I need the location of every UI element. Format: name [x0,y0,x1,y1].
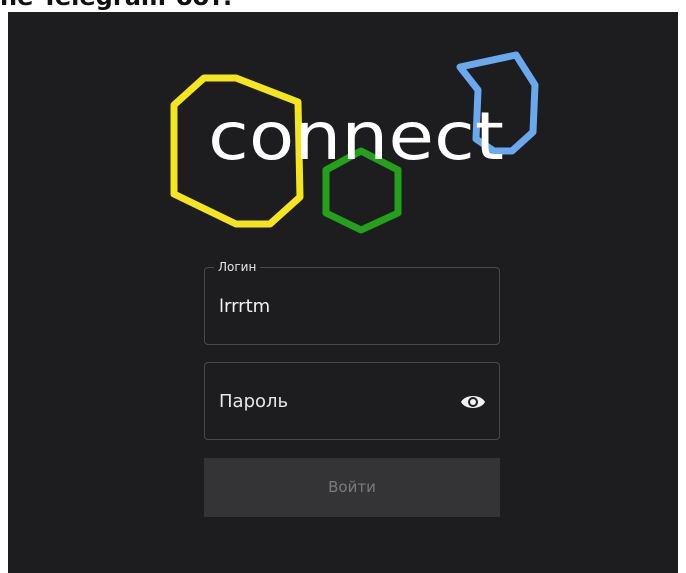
password-field[interactable]: Пароль [204,362,500,440]
login-field-value[interactable]: lrrrtm [219,296,270,318]
logo-wordmark: connect [208,98,504,175]
login-screen: connect Логин lrrrtm Пароль Войти [8,12,678,573]
login-field[interactable]: Логин lrrrtm [204,260,500,345]
login-button[interactable]: Войти [204,458,500,517]
eye-icon[interactable] [459,390,487,414]
page-caption: he Telegram-бот. [0,0,232,12]
login-field-label: Логин [214,260,261,274]
password-field-placeholder: Пароль [219,391,289,412]
connect-logo: connect [170,51,539,234]
